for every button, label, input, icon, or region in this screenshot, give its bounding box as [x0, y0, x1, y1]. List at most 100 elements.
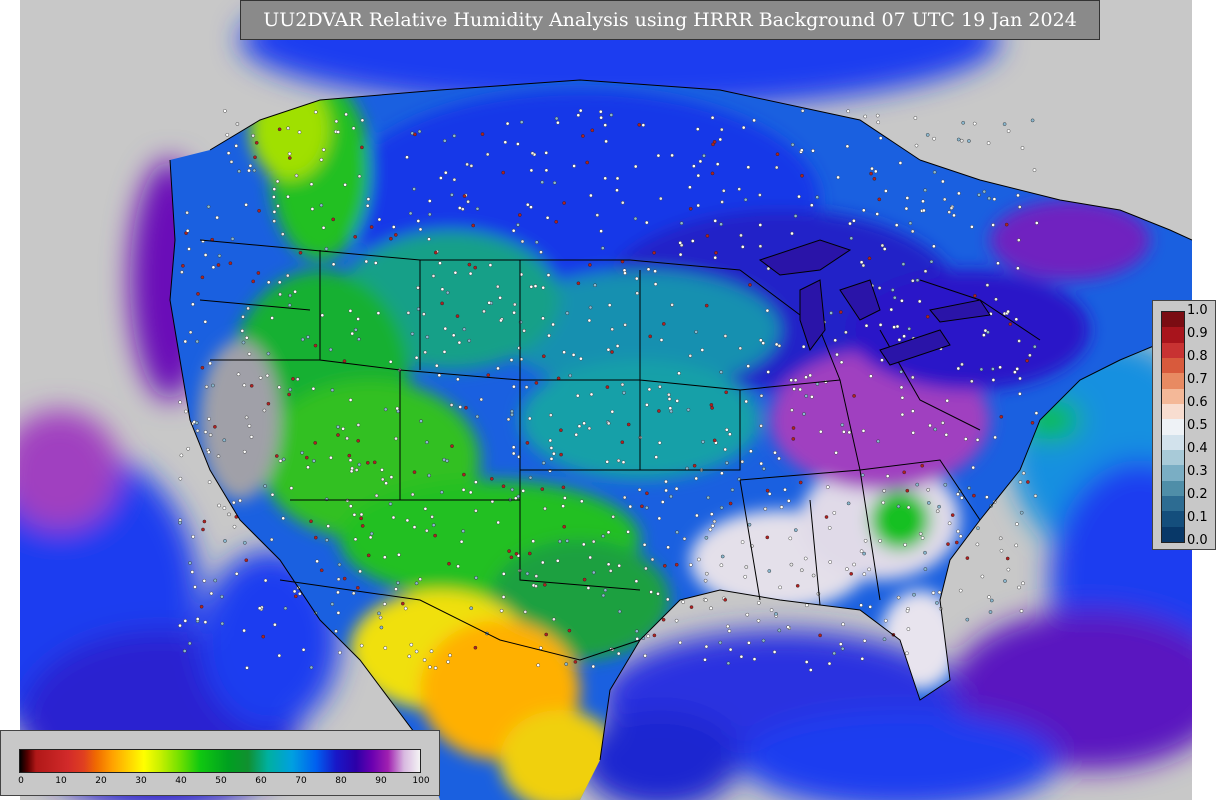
station-dot [565, 311, 570, 315]
station-dot [811, 148, 815, 153]
station-dot [867, 256, 872, 261]
rh-percent-tick-label: 20 [95, 776, 107, 786]
station-dot [1026, 480, 1030, 484]
map-canvas [20, 0, 1192, 800]
station-dot [704, 536, 709, 540]
station-dot [791, 426, 796, 430]
station-dot [179, 453, 184, 458]
station-dot [577, 424, 582, 429]
station-dot [1016, 266, 1020, 271]
station-dot [195, 428, 200, 433]
station-dot [990, 598, 994, 603]
station-dot [293, 594, 298, 599]
station-dot [297, 130, 302, 134]
station-dot [559, 452, 563, 457]
station-dot [923, 269, 928, 274]
station-dot [718, 137, 723, 142]
rh-fraction-swatch [1162, 526, 1184, 543]
station-dot [779, 505, 784, 509]
station-dot [249, 383, 254, 388]
station-dot [582, 577, 587, 582]
station-dot [489, 476, 494, 481]
station-dot [986, 141, 991, 145]
station-dot [935, 509, 940, 514]
station-dot [606, 421, 611, 426]
rh-fraction-swatch [1162, 434, 1184, 451]
station-dot [712, 438, 717, 443]
rh-percent-colorbar [19, 749, 421, 773]
station-dot [790, 408, 794, 412]
station-dot [565, 539, 570, 543]
station-dot [306, 465, 310, 470]
station-dot [203, 319, 208, 324]
station-dot [645, 220, 649, 225]
station-dot [394, 436, 398, 441]
station-dot [681, 600, 686, 604]
station-dot [285, 273, 290, 278]
station-dot [431, 274, 436, 278]
station-dot [840, 646, 845, 651]
station-dot [1006, 129, 1011, 133]
station-dot [692, 164, 696, 168]
station-dot [536, 663, 541, 668]
station-dot [562, 201, 566, 205]
station-dot [696, 203, 701, 208]
station-dot [988, 610, 993, 614]
station-dot [697, 557, 701, 562]
rh-fraction-tick-label: 0.7 [1187, 372, 1208, 387]
station-dot [818, 633, 822, 638]
station-dot [679, 221, 684, 225]
station-dot [501, 595, 506, 599]
station-dot [811, 573, 816, 578]
rh-fraction-tick-label: 0.4 [1187, 441, 1208, 456]
station-dot [196, 292, 200, 296]
station-dot [635, 637, 640, 641]
station-dot [603, 123, 608, 127]
station-dot [975, 542, 980, 547]
station-dot [793, 214, 798, 218]
station-dot [337, 562, 342, 567]
station-dot [520, 239, 525, 244]
station-dot [848, 221, 852, 226]
station-dot [994, 297, 998, 302]
station-dot [272, 195, 276, 199]
station-dot [350, 331, 355, 336]
station-dot [356, 423, 361, 427]
station-dot [297, 592, 302, 596]
rh-percent-legend: 0 10 20 30 40 50 60 70 80 90 100 [0, 730, 440, 796]
station-dot [1018, 392, 1022, 396]
station-dot [270, 492, 275, 497]
station-dot [775, 152, 780, 156]
station-dot [1021, 471, 1026, 476]
station-dot [645, 403, 649, 407]
station-dot [433, 533, 437, 538]
station-dot [620, 382, 625, 387]
station-dot [510, 487, 515, 492]
station-dot [610, 327, 615, 332]
station-dot [659, 196, 663, 201]
station-dot [911, 409, 915, 413]
station-dot [368, 535, 373, 540]
station-dot [1030, 420, 1035, 425]
station-dot [393, 233, 398, 237]
rh-fraction-tick-label: 0.2 [1187, 487, 1208, 502]
station-dot [216, 263, 221, 267]
station-dot [911, 430, 916, 435]
rh-fraction-swatch [1162, 373, 1184, 390]
station-dot [996, 261, 1000, 266]
station-dot [459, 539, 464, 544]
station-dot [342, 576, 347, 581]
station-dot [884, 618, 888, 623]
station-dot [728, 501, 733, 506]
station-dot [906, 505, 911, 510]
station-dot [223, 539, 227, 543]
station-dot [242, 449, 247, 454]
station-dot [525, 441, 530, 445]
station-dot [608, 569, 613, 573]
station-dot [558, 539, 562, 544]
station-dot [998, 536, 1003, 541]
station-dot [664, 479, 668, 484]
station-dot [829, 311, 833, 315]
rh-fraction-tick-label: 0.0 [1187, 533, 1208, 548]
station-dot [266, 351, 271, 356]
